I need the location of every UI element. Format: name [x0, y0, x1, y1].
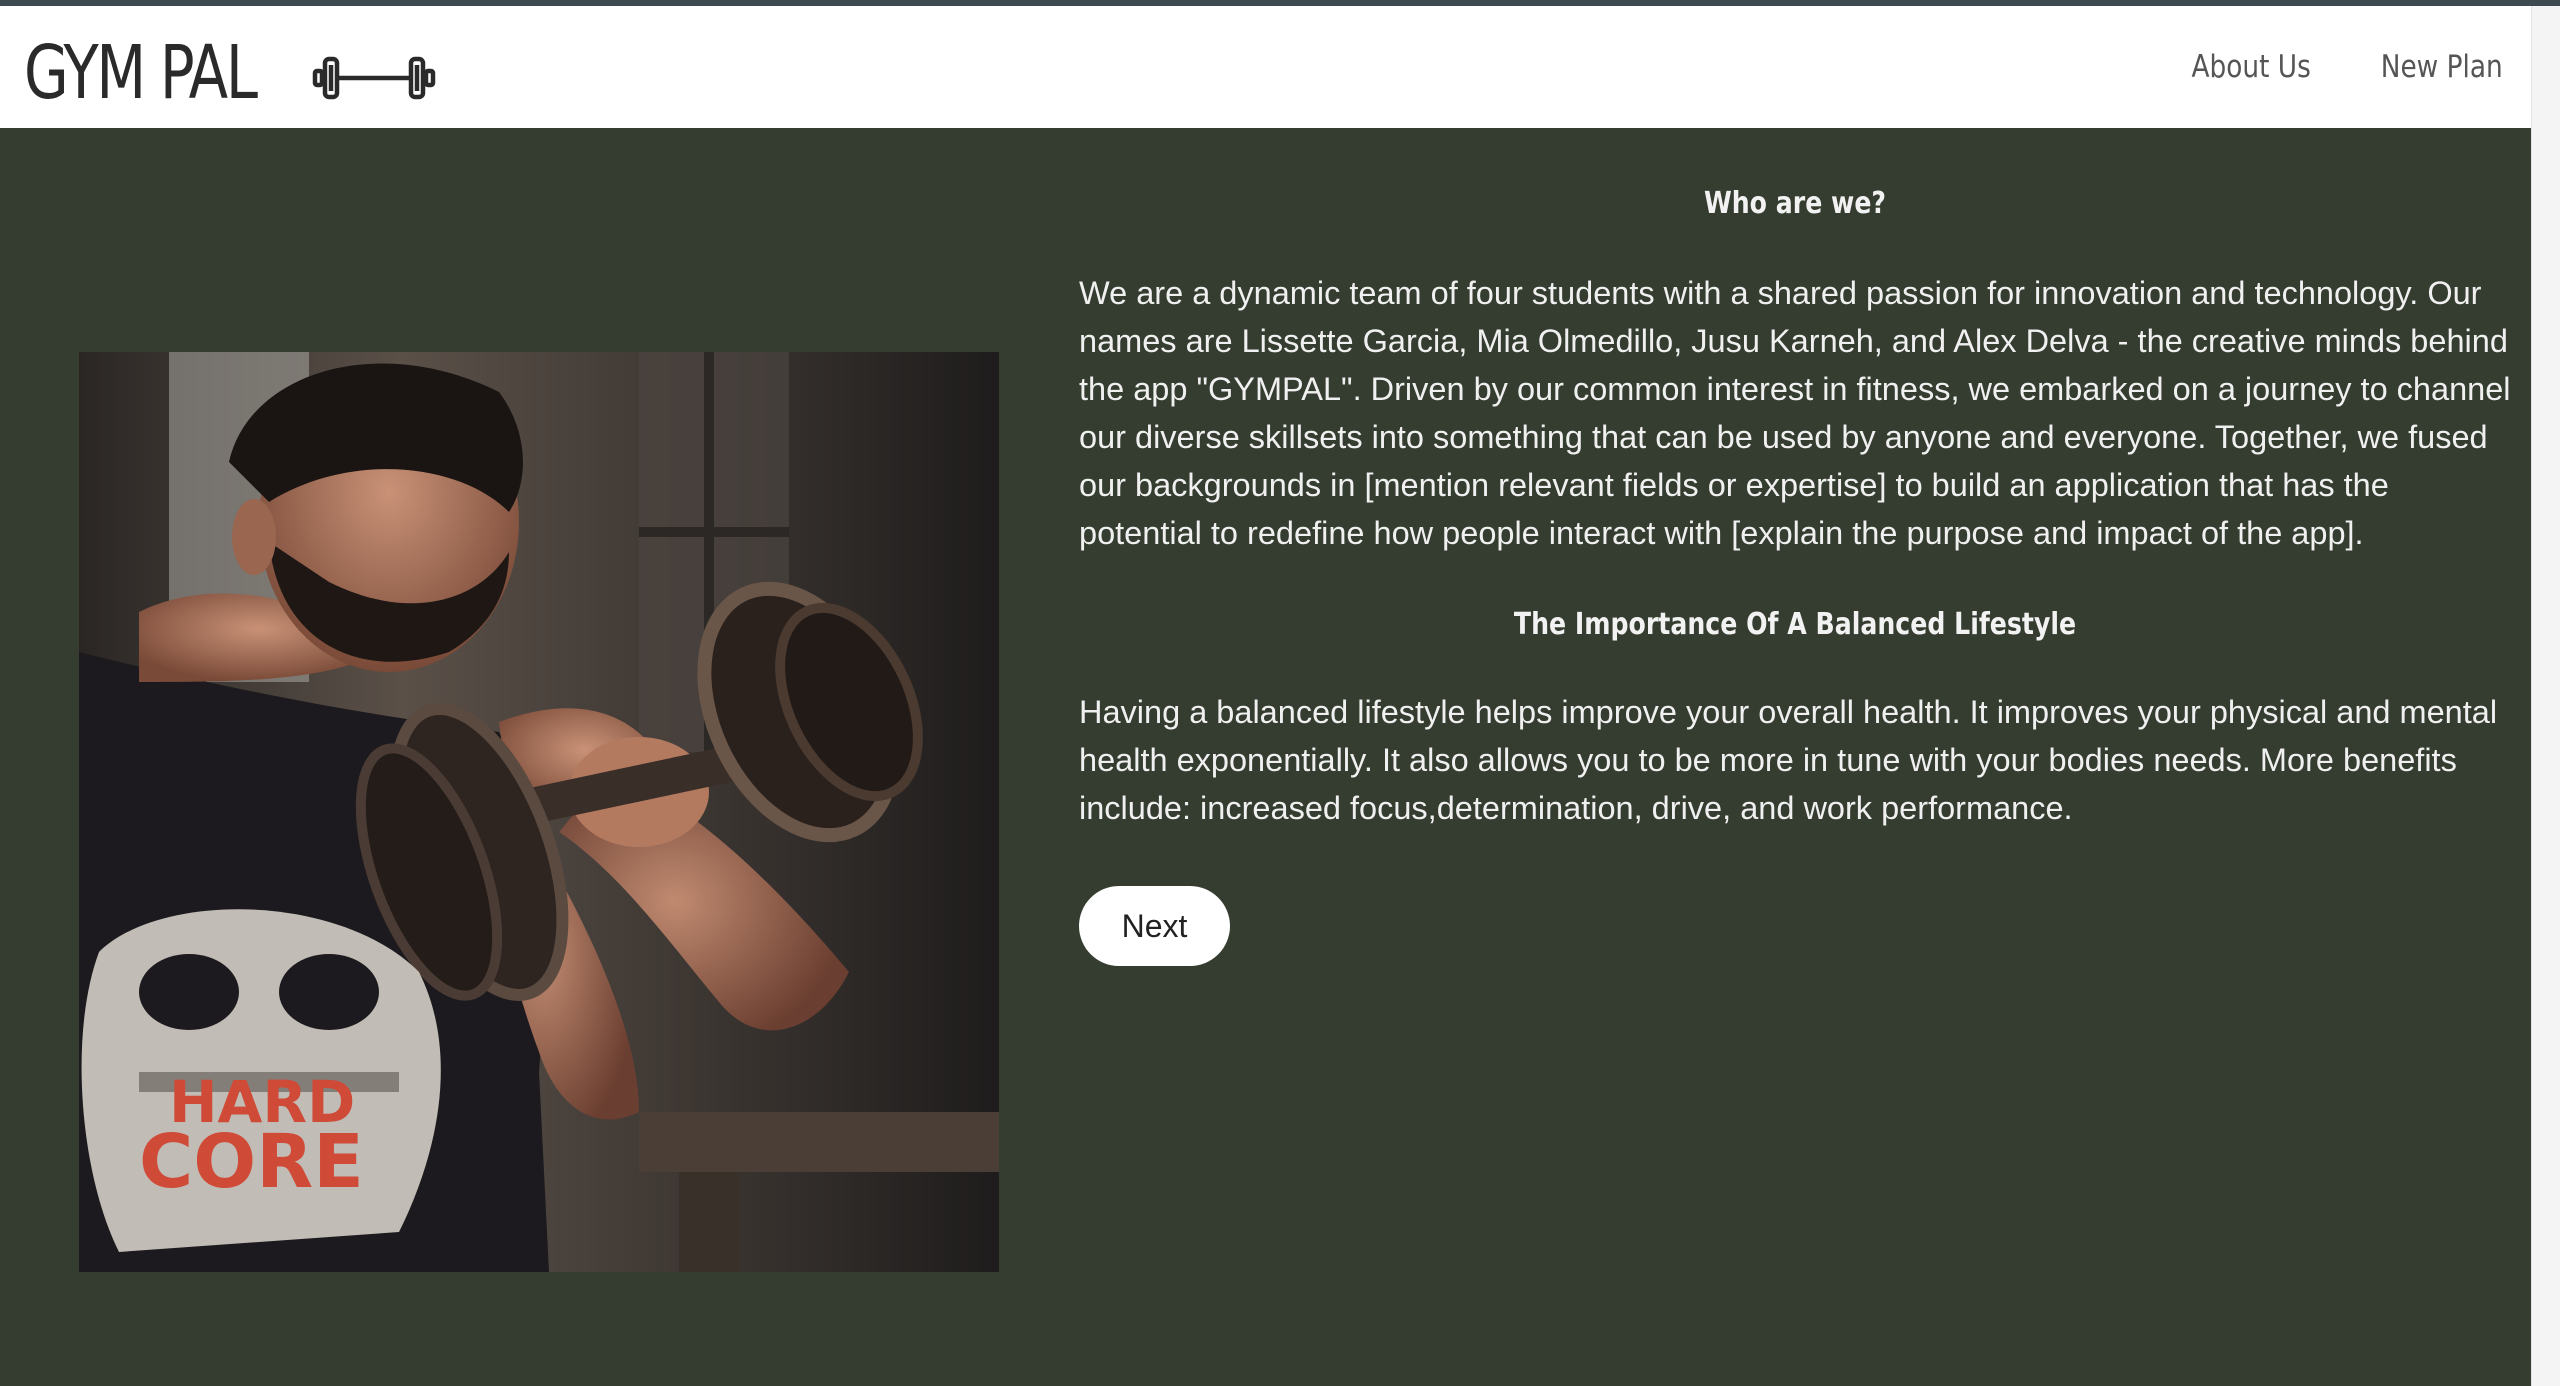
about-section: HARD CORE Who are we? We are a dynamic t…: [0, 128, 2531, 1386]
balanced-lifestyle-heading: The Importance Of A Balanced Lifestyle: [1513, 607, 2077, 642]
gym-photo-illustration: HARD CORE: [79, 352, 999, 1272]
nav-link-new-plan[interactable]: New Plan: [2380, 49, 2502, 85]
brand-logo[interactable]: GYM PAL: [24, 28, 321, 118]
gym-photo: HARD CORE: [79, 352, 999, 1272]
who-are-we-heading: Who are we?: [1703, 186, 1887, 221]
dumbbell-icon: [312, 56, 436, 100]
page-scrollbar[interactable]: [2531, 6, 2560, 1386]
browser-window: GYM PAL About Us New Plan HARD CORE Who …: [0, 0, 2560, 1386]
balanced-lifestyle-paragraph: Having a balanced lifestyle helps improv…: [1079, 694, 2498, 826]
nav-menu: About Us New Plan: [2133, 6, 2513, 128]
brand-name: GYM PAL: [24, 30, 258, 116]
nav-link-about-us[interactable]: About Us: [2192, 49, 2311, 85]
about-text-column: Who are we? We are a dynamic team of fou…: [1079, 168, 2511, 966]
shirt-text-core: CORE: [139, 1119, 364, 1205]
page: GYM PAL About Us New Plan HARD CORE Who …: [0, 6, 2531, 1386]
next-button[interactable]: Next: [1079, 886, 1230, 966]
who-are-we-paragraph: We are a dynamic team of four students w…: [1079, 275, 2511, 551]
navbar: GYM PAL About Us New Plan: [0, 6, 2531, 128]
